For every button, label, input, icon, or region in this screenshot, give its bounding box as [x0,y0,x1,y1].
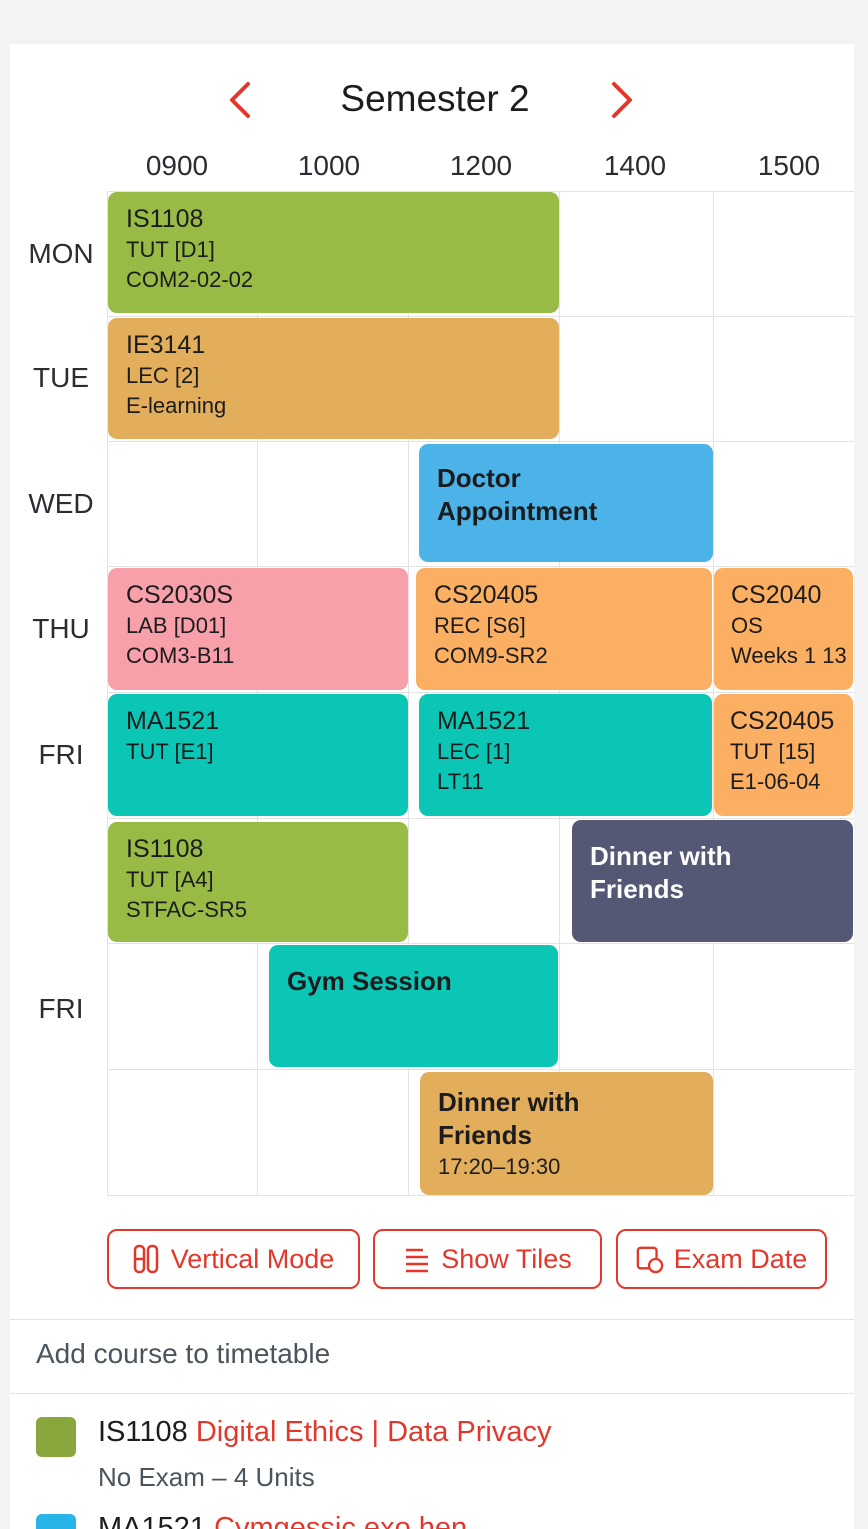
event-code: IE3141 [126,331,206,359]
event-title: Doctor Appointment [437,463,598,526]
time-label: 1400 [603,150,667,181]
course-title: IS1108 Digital Ethics | Data Privacy [98,1416,551,1449]
grid-line [107,1069,854,1070]
event-code: MA1521 [437,707,531,735]
time-label: 0900 [145,150,209,181]
event-tile[interactable]: Dinner with Friends 17:20–19:30 [420,1072,713,1195]
event-code: IS1108 [126,205,204,233]
event-title: Dinner with Friends [590,841,732,904]
event-tile[interactable]: IS1108 TUT [D1] COM2-02-02 [108,192,559,313]
event-venue: COM3-B11 [126,643,235,668]
event-type: TUT [A4] [126,867,214,892]
day-label-wed: WED [28,488,94,519]
course-name[interactable]: Cymgessic exo hen [214,1512,467,1529]
course-code: IS1108 [98,1416,188,1448]
event-tile[interactable]: Dinner with Friends [572,820,853,942]
exam-date-button[interactable]: Exam Date [616,1229,827,1289]
grid-line [107,316,854,317]
grid-line [713,191,714,1196]
event-venue: E-learning [126,393,227,418]
event-tile[interactable]: IS1108 TUT [A4] STFAC-SR5 [108,822,408,942]
grid-line [107,818,854,819]
day-label-tue: TUE [33,362,89,393]
event-type: REC [S6] [434,613,526,638]
event-tile[interactable]: MA1521 LEC [1] LT11 [419,694,712,816]
course-color-swatch[interactable] [36,1417,76,1457]
event-type: LEC [1] [437,739,511,764]
event-type: TUT [D1] [126,237,215,262]
event-type: LEC [2] [126,363,200,388]
grid-line [107,692,854,693]
event-type: LAB [D01] [126,613,227,638]
time-label: 1500 [757,150,821,181]
event-type: TUT [E1] [126,739,214,764]
event-tile[interactable]: IE3141 LEC [2] E-learning [108,318,559,439]
event-weeks: Weeks 1 13 [731,643,847,668]
vertical-mode-icon [133,1244,158,1274]
divider [10,1319,854,1320]
course-title: MA1521 Cymgessic exo hen [98,1512,467,1529]
show-tiles-button[interactable]: Show Tiles [373,1229,602,1289]
event-code: MA1521 [126,707,220,735]
exam-date-label: Exam Date [673,1243,808,1274]
event-type: OS [731,613,763,638]
add-course-input[interactable]: Add course to timetable [36,1338,330,1370]
calendar-clock-icon [636,1246,664,1274]
grid-line [107,943,854,944]
event-tile[interactable]: Doctor Appointment [419,444,713,562]
vertical-mode-button[interactable]: Vertical Mode [107,1229,360,1289]
grid-line [107,441,854,442]
event-title: Dinner with Friends [438,1087,580,1150]
day-label-mon: MON [28,238,94,269]
day-label-fri: FRI [38,739,84,770]
event-title: Gym Session [287,966,452,996]
day-label-thu: THU [32,613,90,644]
chevron-right-icon [612,82,632,118]
event-code: CS2030S [126,581,234,609]
event-type: TUT [15] [730,739,816,764]
event-code: CS2040 [731,581,822,609]
event-code: CS20405 [730,707,835,735]
day-label-fri: FRI [38,993,84,1024]
grid-line [107,1195,854,1196]
course-list-item[interactable]: MA1521 Cymgessic exo hen [36,1512,836,1529]
prev-semester-button[interactable] [220,78,260,122]
grid-line [107,566,854,567]
vertical-mode-label: Vertical Mode [170,1243,335,1274]
semester-title: Semester 2 [340,78,530,119]
divider [10,1393,854,1394]
event-tile[interactable]: Gym Session [269,945,558,1067]
chevron-left-icon [230,82,250,118]
course-code: MA1521 [98,1512,207,1529]
course-meta: No Exam – 4 Units [98,1462,315,1492]
event-tile[interactable]: CS20405 TUT [15] E1-06-04 [714,694,853,816]
event-code: IS1108 [126,835,204,863]
event-tile[interactable]: CS2030S LAB [D01] COM3-B11 [108,568,408,690]
event-time: 17:20–19:30 [438,1154,561,1179]
list-icon [406,1248,429,1273]
event-tile[interactable]: CS2040 OS Weeks 1 13 [714,568,853,690]
event-code: CS20405 [434,581,539,609]
event-venue: E1-06-04 [730,769,821,794]
next-semester-button[interactable] [602,78,642,122]
show-tiles-label: Show Tiles [441,1243,572,1274]
event-venue: STFAC-SR5 [126,897,248,922]
event-tile[interactable]: MA1521 TUT [E1] [108,694,408,816]
event-tile[interactable]: CS20405 REC [S6] COM9-SR2 [416,568,712,690]
course-name[interactable]: Digital Ethics | Data Privacy [196,1416,552,1448]
event-venue: LT11 [437,769,484,794]
time-label: 1200 [449,150,513,181]
course-list-item[interactable]: IS1108 Digital Ethics | Data Privacy No … [36,1416,836,1496]
time-label: 1000 [297,150,361,181]
event-venue: COM2-02-02 [126,267,254,292]
course-color-swatch[interactable] [36,1514,76,1529]
event-venue: COM9-SR2 [434,643,548,668]
